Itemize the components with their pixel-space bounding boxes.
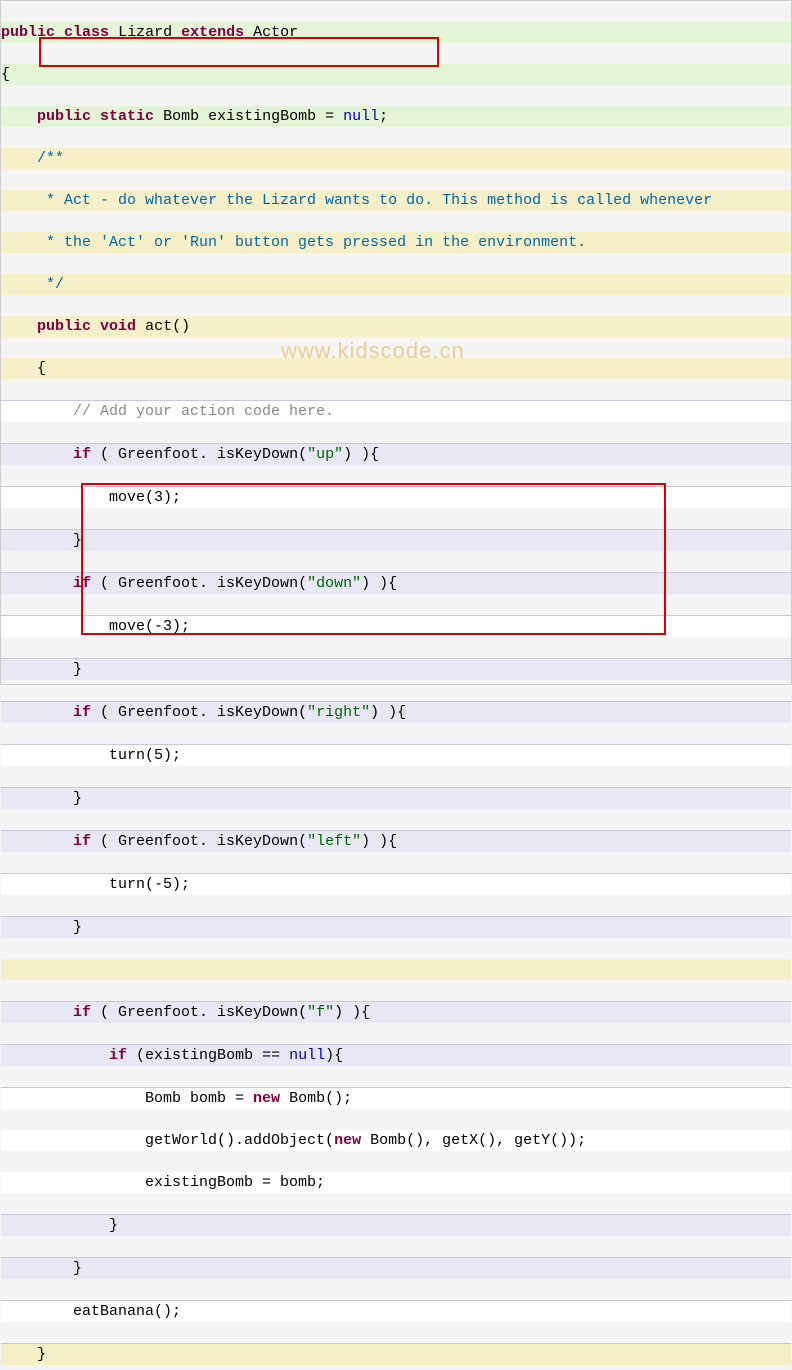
code-line: /** <box>1 148 791 169</box>
code-line: Bomb bomb = new Bomb(); <box>1 1087 791 1109</box>
code-line: turn(-5); <box>1 873 791 895</box>
code-editor: public class Lizard extends Actor { publ… <box>1 1 791 1370</box>
code-line: { <box>1 64 791 85</box>
code-line <box>1 959 791 980</box>
code-line: existingBomb = bomb; <box>1 1172 791 1193</box>
code-line: getWorld().addObject(new Bomb(), getX(),… <box>1 1130 791 1151</box>
code-line: } <box>1 916 791 938</box>
code-line: if ( Greenfoot. isKeyDown("down") ){ <box>1 572 791 594</box>
code-line: } <box>1 1257 791 1279</box>
code-line: public class Lizard extends Actor <box>1 22 791 43</box>
code-line: } <box>1 1214 791 1236</box>
code-line: * Act - do whatever the Lizard wants to … <box>1 190 791 211</box>
code-line: } <box>1 529 791 551</box>
code-line: if ( Greenfoot. isKeyDown("up") ){ <box>1 443 791 465</box>
code-line: */ <box>1 274 791 295</box>
code-line: if ( Greenfoot. isKeyDown("f") ){ <box>1 1001 791 1023</box>
code-line: if (existingBomb == null){ <box>1 1044 791 1066</box>
code-line: eatBanana(); <box>1 1300 791 1322</box>
code-line: if ( Greenfoot. isKeyDown("right") ){ <box>1 701 791 723</box>
code-line: move(3); <box>1 486 791 508</box>
code-line: move(-3); <box>1 615 791 637</box>
code-line: public static Bomb existingBomb = null; <box>1 106 791 127</box>
code-line: } <box>1 1343 791 1365</box>
code-line: if ( Greenfoot. isKeyDown("left") ){ <box>1 830 791 852</box>
code-line: } <box>1 658 791 680</box>
code-line: // Add your action code here. <box>1 400 791 422</box>
code-line: * the 'Act' or 'Run' button gets pressed… <box>1 232 791 253</box>
code-line: { <box>1 358 791 379</box>
code-line: public void act() <box>1 316 791 337</box>
code-line: } <box>1 787 791 809</box>
code-line: turn(5); <box>1 744 791 766</box>
